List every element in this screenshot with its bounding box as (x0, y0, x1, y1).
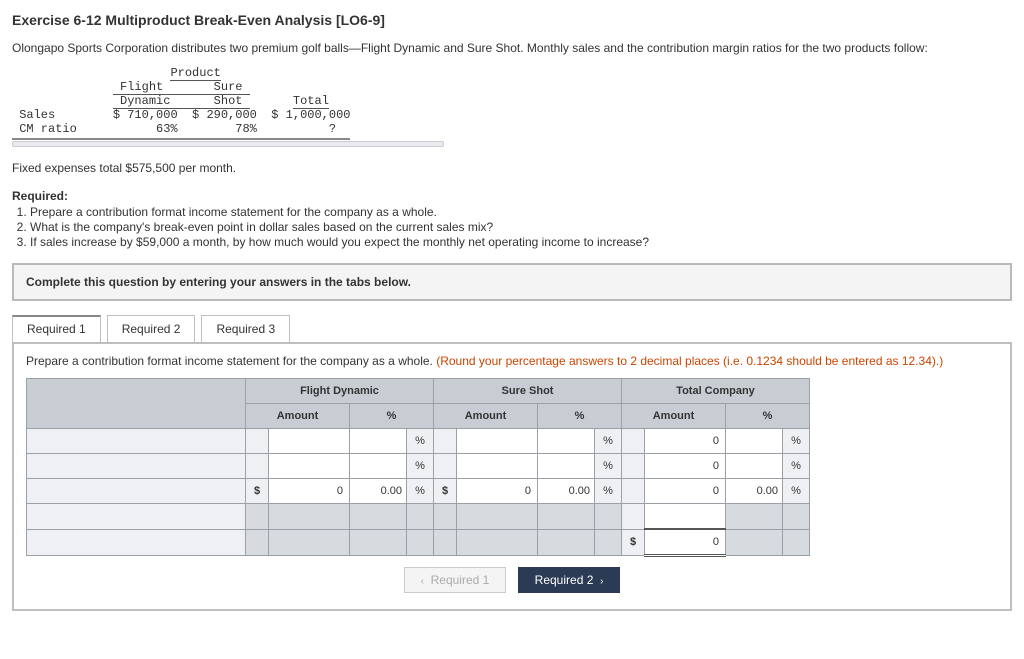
row2-label-input[interactable] (27, 454, 246, 479)
row3-ss-amt: 0 (457, 479, 538, 504)
row3-label-input[interactable] (27, 479, 246, 504)
row3-ss-pct: 0.00 (538, 479, 595, 504)
row1-ss-pct[interactable] (538, 429, 595, 454)
tab-panel-required-1: Prepare a contribution format income sta… (12, 342, 1012, 611)
row2-fd-amt[interactable] (269, 454, 350, 479)
instruction-box: Complete this question by entering your … (12, 263, 1012, 301)
panel-prompt: Prepare a contribution format income sta… (26, 354, 436, 368)
required-item-1: Prepare a contribution format income sta… (30, 205, 1012, 219)
col-label-blank (27, 379, 246, 429)
sub-pct-fd: % (350, 404, 434, 429)
sub-amount-ss: Amount (434, 404, 538, 429)
row1-fd-amt[interactable] (269, 429, 350, 454)
exercise-title: Exercise 6-12 Multiproduct Break-Even An… (12, 12, 1012, 28)
row1-fd-pct[interactable] (350, 429, 407, 454)
panel-nav: ‹ Required 1 Required 2 › (26, 567, 998, 593)
row1-tot-amt: 0 (645, 429, 726, 454)
row4-tot-amt[interactable] (645, 504, 726, 530)
required-heading: Required: (12, 189, 68, 203)
row3-fd-amt: 0 (269, 479, 350, 504)
tab-required-2[interactable]: Required 2 (107, 315, 196, 342)
required-item-2: What is the company's break-even point i… (30, 220, 1012, 234)
product-table: Product Flight Sure Dynamic Shot Total S… (12, 66, 350, 140)
tab-strip: Required 1 Required 2 Required 3 (12, 315, 1012, 342)
income-statement-table: Flight Dynamic Sure Shot Total Company A… (26, 378, 810, 557)
row2-ss-amt[interactable] (457, 454, 538, 479)
panel-hint: (Round your percentage answers to 2 deci… (436, 354, 943, 368)
sub-pct-ss: % (538, 404, 622, 429)
row3-tot-pct: 0.00 (726, 479, 783, 504)
sub-amount-fd: Amount (246, 404, 350, 429)
row5-tot-amt: 0 (645, 529, 726, 556)
col-total-company: Total Company (622, 379, 810, 404)
tab-required-1[interactable]: Required 1 (12, 315, 101, 342)
row2-fd-pct[interactable] (350, 454, 407, 479)
scrollbar-stub (12, 141, 444, 147)
row5-label-input[interactable] (27, 529, 246, 556)
row3-fd-pct: 0.00 (350, 479, 407, 504)
row2-tot-amt: 0 (645, 454, 726, 479)
col-flight-dynamic: Flight Dynamic (246, 379, 434, 404)
pct-unit: % (407, 429, 434, 454)
next-button[interactable]: Required 2 › (518, 567, 621, 593)
row3-tot-amt: 0 (645, 479, 726, 504)
sub-amount-tot: Amount (622, 404, 726, 429)
row4-label-input[interactable] (27, 504, 246, 530)
row1-tot-pct[interactable] (726, 429, 783, 454)
chevron-left-icon: ‹ (421, 576, 424, 587)
row2-ss-pct[interactable] (538, 454, 595, 479)
col-sure-shot: Sure Shot (434, 379, 622, 404)
tab-required-3[interactable]: Required 3 (201, 315, 290, 342)
prev-button: ‹ Required 1 (404, 567, 507, 593)
chevron-right-icon: › (600, 576, 603, 587)
sub-pct-tot: % (726, 404, 810, 429)
required-item-3: If sales increase by $59,000 a month, by… (30, 235, 1012, 249)
row2-tot-pct[interactable] (726, 454, 783, 479)
intro-text: Olongapo Sports Corporation distributes … (12, 40, 1012, 56)
fixed-expenses-line: Fixed expenses total $575,500 per month. (12, 161, 1012, 175)
required-section: Required: Prepare a contribution format … (12, 189, 1012, 249)
row1-ss-amt[interactable] (457, 429, 538, 454)
row1-label-input[interactable] (27, 429, 246, 454)
